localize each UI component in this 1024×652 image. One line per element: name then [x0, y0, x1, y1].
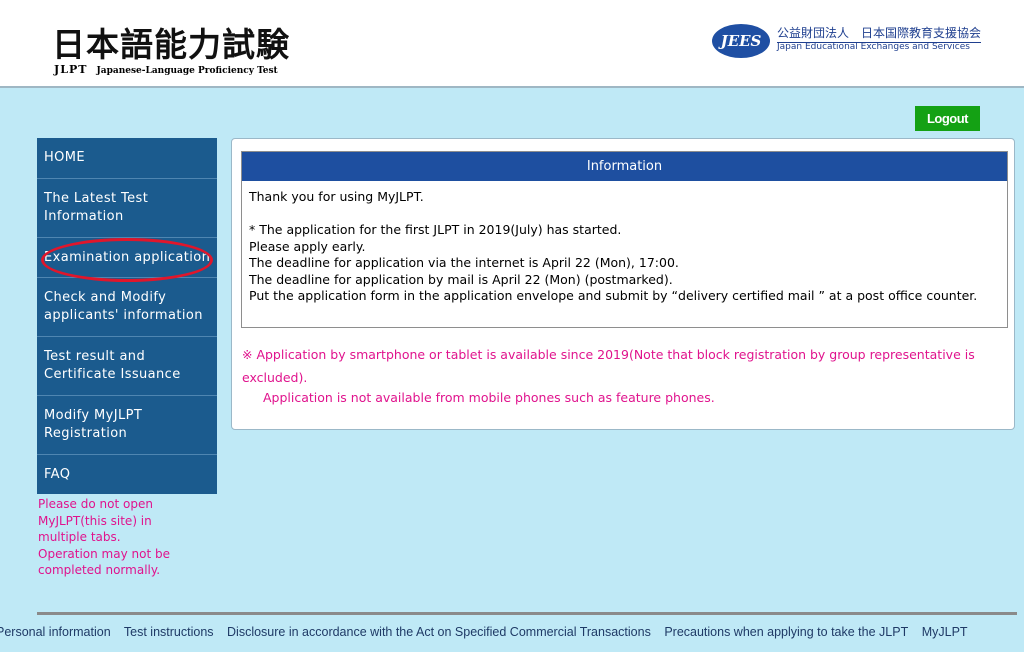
info-line-mail-deadline: The deadline for application by mail is … — [249, 271, 673, 287]
jees-logo[interactable]: JEES 公益財団法人 日本国際教育支援協会 Japan Educational… — [712, 24, 1012, 60]
sidebar-item-label: Check and Modify applicants' information — [44, 290, 203, 323]
sidebar-item-label: FAQ — [44, 466, 71, 482]
sidebar-item-latest-test-information[interactable]: The Latest Test Information — [37, 179, 217, 238]
site-subtitle: JLPT Japanese-Language Proficiency Test — [54, 58, 278, 77]
multiple-tabs-warning: Please do not open MyJLPT(this site) in … — [38, 497, 170, 577]
sidebar-nav: HOME The Latest Test Information Examina… — [37, 138, 217, 494]
org-name-ja: 公益財団法人 日本国際教育支援協会 — [777, 24, 982, 43]
footer-link-precautions[interactable]: Precautions when applying to take the JL… — [664, 625, 908, 639]
sidebar-item-label: Modify MyJLPT Registration — [44, 408, 143, 441]
main-panel: Information Thank you for using MyJLPT. … — [231, 138, 1015, 430]
footer-link-commercial-transactions[interactable]: Disclosure in accordance with the Act on… — [227, 625, 651, 639]
info-line-internet-deadline: The deadline for application via the int… — [249, 255, 679, 270]
sidebar-item-label: Test result and Certificate Issuance — [44, 349, 181, 382]
footer-links: Personal information Test instructions D… — [0, 625, 1024, 639]
site-title-en: Japanese-Language Proficiency Test — [96, 66, 278, 76]
site-header: 日本語能力試験 JLPT Japanese-Language Proficien… — [0, 0, 1024, 88]
jlpt-logo-text: JLPT — [54, 63, 88, 76]
info-line-thanks: Thank you for using MyJLPT. — [249, 189, 424, 204]
logout-button[interactable]: Logout — [915, 106, 980, 131]
sidebar-item-test-result-certificate[interactable]: Test result and Certificate Issuance — [37, 337, 217, 396]
sidebar-item-label: The Latest Test Information — [44, 191, 149, 224]
information-box: Information Thank you for using MyJLPT. … — [241, 151, 1008, 328]
information-body: Thank you for using MyJLPT. * The applic… — [249, 189, 1001, 305]
sidebar-item-faq[interactable]: FAQ — [37, 455, 217, 494]
sidebar-item-examination-application[interactable]: Examination application — [37, 238, 217, 278]
org-name-en: Japan Educational Exchanges and Services — [777, 42, 970, 52]
footer-link-test-instructions[interactable]: Test instructions — [124, 625, 214, 639]
jees-badge-icon: JEES — [712, 24, 770, 58]
footer-divider — [37, 612, 1017, 615]
smartphone-notice: ※ Application by smartphone or tablet is… — [242, 347, 975, 385]
footer-link-myjlpt[interactable]: MyJLPT — [922, 625, 968, 639]
info-line-application-started: * The application for the first JLPT in … — [249, 222, 622, 237]
sidebar-item-label: Examination application — [44, 249, 211, 265]
sidebar-item-label: HOME — [44, 150, 86, 165]
footer-link-personal-information[interactable]: Personal information — [0, 625, 111, 639]
information-heading: Information — [242, 152, 1007, 181]
info-line-apply-early: Please apply early. — [249, 238, 366, 254]
info-line-submit-instructions: Put the application form in the applicat… — [249, 288, 978, 303]
sidebar-item-home[interactable]: HOME — [37, 138, 217, 179]
info-line-spacer — [249, 206, 1001, 223]
sidebar-item-check-modify-applicants[interactable]: Check and Modify applicants' information — [37, 278, 217, 337]
sidebar-item-modify-myjlpt-registration[interactable]: Modify MyJLPT Registration — [37, 396, 217, 455]
mobile-phone-notice: Application is not available from mobile… — [263, 390, 715, 405]
